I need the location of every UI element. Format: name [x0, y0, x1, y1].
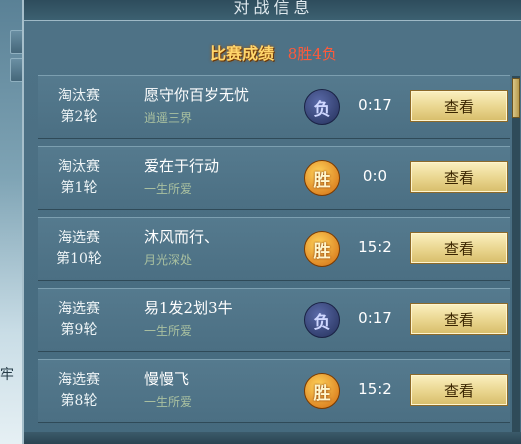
summary-record: 8胜4负	[287, 45, 337, 63]
match-round: 海选赛 第8轮	[44, 370, 114, 412]
lose-badge-icon: 负	[304, 89, 340, 125]
match-row: 海选赛 第9轮 易1发2划3牛 一生所爱 负 0:17 查看	[38, 288, 510, 352]
match-round: 淘汰赛 第2轮	[44, 86, 114, 128]
opponent-name: 愿守你百岁无忧	[144, 86, 250, 104]
match-score: 15:2	[358, 238, 392, 256]
match-row: 海选赛 第10轮 沐风而行、 月光深处 胜 15:2 查看	[38, 217, 510, 281]
window-title: 对战信息	[233, 0, 314, 17]
round-label: 第2轮	[60, 109, 98, 125]
stage-label: 海选赛	[58, 301, 100, 317]
win-badge-icon: 胜	[304, 160, 340, 196]
opponent-name: 易1发2划3牛	[144, 299, 233, 317]
match-row: 淘汰赛 第2轮 愿守你百岁无忧 逍遥三界 负 0:17 查看	[38, 75, 510, 139]
opponent-server: 逍遥三界	[144, 111, 193, 125]
match-summary: 比赛成绩 8胜4负	[24, 40, 521, 64]
panel-bottom-border	[24, 432, 521, 444]
stage-label: 海选赛	[58, 372, 100, 388]
opponent-server: 一生所爱	[144, 324, 193, 338]
win-badge-icon: 胜	[304, 373, 340, 409]
view-button[interactable]: 查看	[410, 303, 508, 335]
match-list[interactable]: 淘汰赛 第2轮 愿守你百岁无忧 逍遥三界 负 0:17 查看 淘汰赛 第1轮 爱…	[38, 75, 510, 444]
opponent-server: 一生所爱	[144, 395, 193, 409]
view-button[interactable]: 查看	[410, 232, 508, 264]
view-button[interactable]: 查看	[410, 374, 508, 406]
stage-label: 淘汰赛	[58, 88, 100, 104]
opponent-server: 一生所爱	[144, 182, 193, 196]
win-badge-icon: 胜	[304, 231, 340, 267]
round-label: 第9轮	[60, 322, 98, 338]
match-row: 淘汰赛 第1轮 爱在于行动 一生所爱 胜 0:0 查看	[38, 146, 510, 210]
title-bar: 对战信息	[24, 0, 521, 21]
scrollbar-thumb[interactable]	[512, 78, 520, 118]
lose-badge-icon: 负	[304, 302, 340, 338]
summary-label: 比赛成绩	[210, 44, 275, 63]
view-button[interactable]: 查看	[410, 161, 508, 193]
match-score: 0:17	[358, 96, 392, 114]
stage-label: 海选赛	[58, 230, 100, 246]
match-row: 海选赛 第8轮 慢慢飞 一生所爱 胜 15:2 查看	[38, 359, 510, 423]
stage-label: 淘汰赛	[58, 159, 100, 175]
match-round: 海选赛 第10轮	[44, 228, 114, 270]
round-label: 第1轮	[60, 180, 98, 196]
match-round: 海选赛 第9轮	[44, 299, 114, 341]
round-label: 第8轮	[60, 393, 98, 409]
opponent-name: 慢慢飞	[144, 370, 190, 388]
view-button[interactable]: 查看	[410, 90, 508, 122]
side-text: 牢	[0, 367, 14, 383]
list-scrollbar[interactable]	[512, 76, 520, 440]
match-score: 0:17	[358, 309, 392, 327]
match-score: 15:2	[358, 380, 392, 398]
round-label: 第10轮	[56, 251, 102, 267]
match-info-panel: 对战信息 比赛成绩 8胜4负 淘汰赛 第2轮 愿守你百岁无忧 逍遥三界 负 0:…	[22, 0, 521, 444]
match-round: 淘汰赛 第1轮	[44, 157, 114, 199]
match-score: 0:0	[362, 167, 388, 185]
opponent-server: 月光深处	[144, 253, 193, 267]
opponent-name: 爱在于行动	[144, 157, 220, 175]
opponent-name: 沐风而行、	[144, 228, 220, 246]
